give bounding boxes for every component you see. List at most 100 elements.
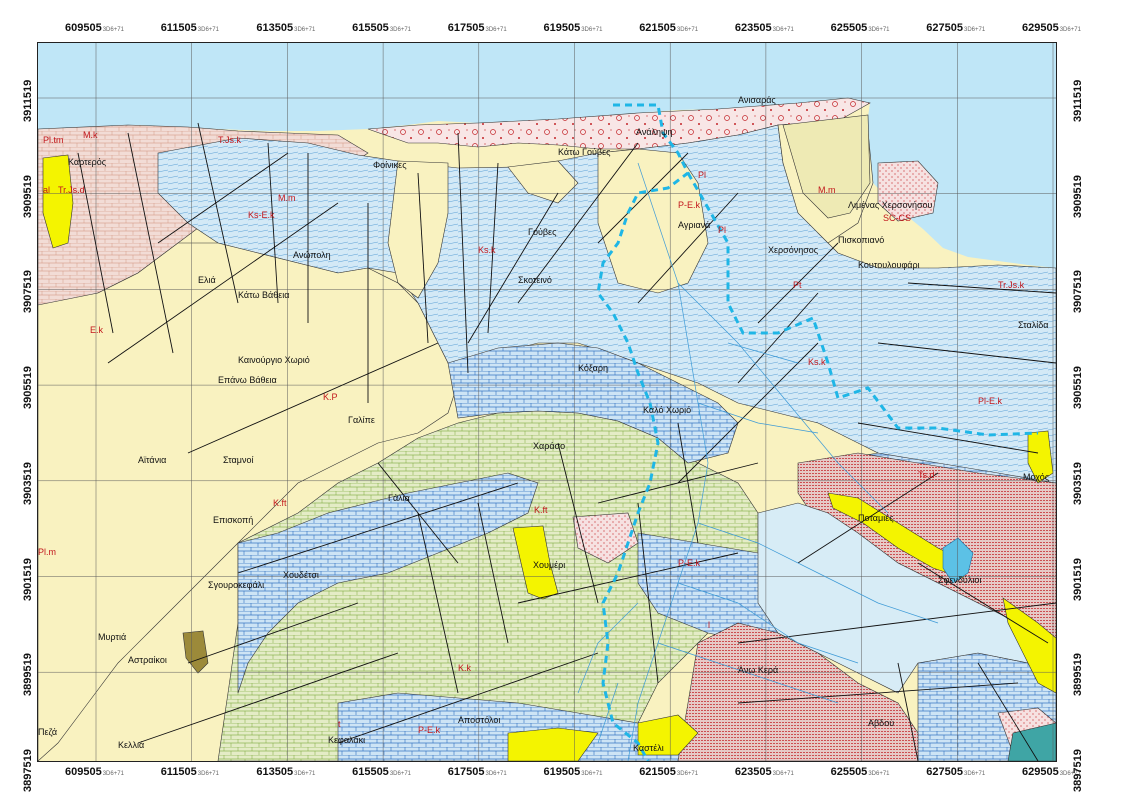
- place-name-label: Ανισαράς: [738, 95, 776, 105]
- geology-code-label: Ks-E.k: [248, 210, 275, 220]
- geology-code-label: M.m: [818, 185, 836, 195]
- place-name-label: Πεζά: [38, 727, 57, 737]
- x-tick-label: 6275053D6+71: [926, 22, 986, 34]
- place-name-label: Γαλίπε: [348, 415, 375, 425]
- geology-code-label: P-E.k: [418, 725, 441, 735]
- geology-code-label: E.k: [90, 325, 104, 335]
- geology-code-label: K.P: [323, 392, 338, 402]
- y-tick-label: 3907519: [1072, 270, 1084, 314]
- place-name-label: Κάτω Βάθεια: [238, 290, 289, 300]
- geology-code-label: Ks.k: [478, 245, 496, 255]
- place-name-label: Καστέλι: [633, 743, 664, 753]
- x-tick-label: 6175053D6+71: [447, 22, 507, 34]
- place-name-label: Σφενδύλιοι: [938, 575, 981, 585]
- geology-code-label: Tr.Js.d: [58, 185, 85, 195]
- place-name-label: Κάτω Γούβες: [558, 147, 611, 157]
- place-name-label: Αστραίκοι: [128, 655, 167, 665]
- place-name-label: Μοχός: [1023, 472, 1050, 482]
- geology-code-label: Tr.Js.k: [998, 280, 1025, 290]
- place-name-label: Ανάληψη: [636, 127, 672, 137]
- place-name-label: Γούβες: [528, 227, 557, 237]
- geology-code-label: P-E.k: [678, 200, 701, 210]
- y-tick-label: 3899519: [1072, 653, 1084, 697]
- place-name-label: Χερσόνησος: [768, 245, 819, 255]
- geology-code-label: P-E.k: [678, 558, 701, 568]
- place-name-label: Ανώπολη: [293, 250, 331, 260]
- x-tick-label: 6235053D6+71: [734, 766, 794, 778]
- geological-map[interactable]: Κάτω Γούβες Ανάληψη Ανισαράς Λιμένας Χερσον…: [37, 42, 1057, 762]
- place-name-label: Γάλια: [388, 493, 410, 503]
- place-name-label: Χουμέρι: [533, 560, 565, 570]
- y-tick-label: 3909519: [1072, 174, 1084, 218]
- geology-code-label: M.m: [278, 193, 296, 203]
- x-tick-label: 6095053D6+71: [65, 766, 124, 778]
- geology-code-label: K.k: [458, 663, 472, 673]
- place-name-label: Σγουροκεφάλι: [208, 580, 264, 590]
- x-tick-label: 6135053D6+71: [256, 766, 316, 778]
- y-tick-label: 3909519: [22, 174, 34, 218]
- y-tick-label: 3905519: [22, 366, 34, 410]
- geology-code-label: K.ft: [534, 505, 548, 515]
- geology-code-label: Ks.k: [808, 357, 826, 367]
- place-name-label: Λιμένας Χερσονήσου: [848, 200, 933, 210]
- place-name-label: Κελλιά: [118, 740, 144, 750]
- place-name-label: Σταλίδα: [1018, 320, 1048, 330]
- place-name-label: Κεφαλάκι: [328, 735, 365, 745]
- place-name-label: Επάνω Βάθεια: [218, 375, 277, 385]
- place-name-label: Άνω Κερά: [738, 665, 778, 675]
- y-tick-label: 3901519: [1072, 557, 1084, 601]
- x-tick-label: 6195053D6+71: [543, 22, 603, 34]
- geology-code-label: al: [43, 185, 50, 195]
- x-tick-label: 6255053D6+71: [830, 22, 890, 34]
- geology-code-label: Pl: [698, 170, 706, 180]
- geology-code-label: Pl.tm: [43, 135, 64, 145]
- place-name-label: Πισκοπιανό: [838, 235, 884, 245]
- x-tick-label: 6295053D6+71: [1022, 22, 1081, 34]
- place-name-label: Μυρτιά: [98, 632, 126, 642]
- geology-code-label: l: [708, 620, 710, 630]
- map-canvas[interactable]: Κάτω Γούβες Ανάληψη Ανισαράς Λιμένας Χερσον…: [38, 43, 1056, 761]
- geology-code-label: Pt: [793, 280, 802, 290]
- geology-code-label: K.ft: [273, 498, 287, 508]
- x-tick-label: 6095053D6+71: [65, 22, 124, 34]
- y-tick-label: 3905519: [1072, 366, 1084, 410]
- x-tick-label: 6215053D6+71: [639, 766, 699, 778]
- y-tick-label: 3911519: [1072, 79, 1084, 122]
- y-tick-label: 3899519: [22, 653, 34, 697]
- x-tick-label: 6175053D6+71: [447, 766, 507, 778]
- place-name-label: Καρτερός: [68, 157, 107, 167]
- x-tick-label: 6155053D6+71: [352, 766, 411, 778]
- y-tick-label: 3911519: [22, 79, 34, 122]
- x-tick-label: 6135053D6+71: [256, 22, 316, 34]
- geology-code-label: Pl: [718, 225, 726, 235]
- geology-code-label: M.k: [83, 130, 98, 140]
- x-tick-label: 6115053D6+71: [160, 22, 219, 34]
- place-name-label: Κόξαρη: [578, 363, 608, 373]
- x-tick-label: 6275053D6+71: [926, 766, 986, 778]
- place-name-label: Σταμνοί: [223, 455, 253, 465]
- geology-code-label: Pl.m: [38, 547, 56, 557]
- place-name-label: Καλό Χωριό: [643, 405, 691, 415]
- place-name-label: Ελιά: [198, 275, 216, 285]
- place-name-label: Αϊτάνια: [138, 455, 166, 465]
- place-name-label: Σκοτεινό: [518, 275, 552, 285]
- place-name-label: Χουδέτσι: [283, 570, 319, 580]
- place-name-label: Χαράσο: [533, 441, 565, 451]
- y-tick-label: 3901519: [22, 557, 34, 601]
- place-name-label: Επισκοπή: [213, 515, 253, 525]
- place-name-label: Αβδού: [868, 718, 894, 728]
- geology-code-label: T.Js.k: [218, 135, 242, 145]
- place-name-label: Κουτουλουφάρι: [858, 260, 920, 270]
- x-tick-label: 6235053D6+71: [734, 22, 794, 34]
- y-tick-label: 3903519: [1072, 461, 1084, 505]
- y-tick-label: 3903519: [22, 461, 34, 505]
- x-tick-label: 6195053D6+71: [543, 766, 603, 778]
- geology-code-label: Ts.d: [918, 470, 935, 480]
- place-name-label: Καινούργιο Χωριό: [238, 355, 310, 365]
- geology-code-label: SC-CS: [883, 213, 911, 223]
- y-tick-label: 3897519: [22, 749, 34, 792]
- place-name-label: Ποταμιές: [858, 513, 894, 523]
- place-name-label: Αποστόλοι: [458, 715, 500, 725]
- x-tick-label: 6155053D6+71: [352, 22, 411, 34]
- geology-code-label: Pl-E.k: [978, 396, 1003, 406]
